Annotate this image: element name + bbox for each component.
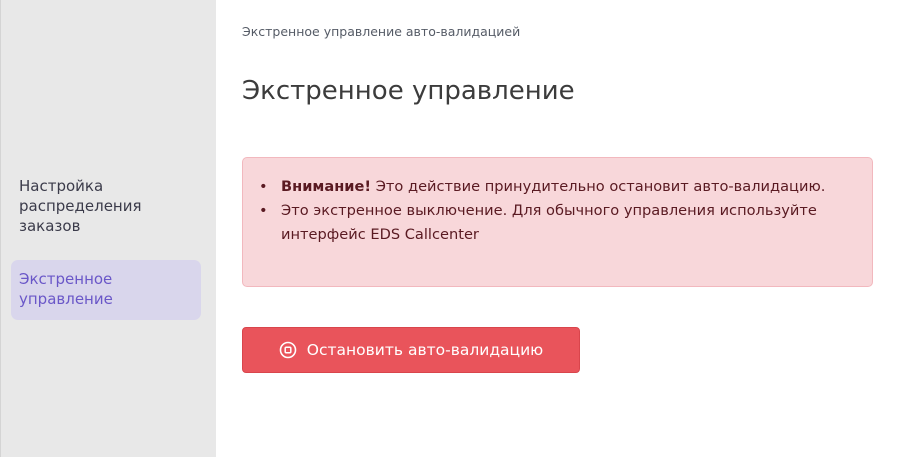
sidebar: Настройка распределения заказов Экстренн…	[0, 0, 216, 457]
warning-alert: • Внимание! Это действие принудительно о…	[242, 157, 873, 287]
bullet-icon: •	[259, 202, 268, 219]
alert-list-item: • Внимание! Это действие принудительно о…	[243, 175, 872, 199]
alert-list-item: • Это экстренное выключение. Для обычног…	[243, 199, 872, 247]
sidebar-item-order-distribution-settings[interactable]: Настройка распределения заказов	[11, 176, 201, 236]
sidebar-item-label: Настройка распределения заказов	[19, 177, 142, 235]
sidebar-item-label: Экстренное управление	[19, 270, 113, 308]
alert-list: • Внимание! Это действие принудительно о…	[243, 175, 872, 247]
alert-item-text: Это экстренное выключение. Для обычного …	[281, 202, 817, 243]
sidebar-item-emergency-control[interactable]: Экстренное управление	[11, 260, 201, 320]
bullet-icon: •	[259, 178, 268, 195]
alert-warning-label: Внимание!	[281, 178, 372, 195]
stop-circle-icon	[279, 341, 297, 359]
page-title: Экстренное управление	[242, 76, 575, 106]
breadcrumb: Экстренное управление авто-валидацией	[242, 24, 521, 39]
stop-auto-validation-button[interactable]: Остановить авто-валидацию	[242, 327, 580, 373]
stop-button-label: Остановить авто-валидацию	[306, 341, 544, 359]
alert-item-text: Это действие принудительно остановит авт…	[371, 178, 826, 195]
